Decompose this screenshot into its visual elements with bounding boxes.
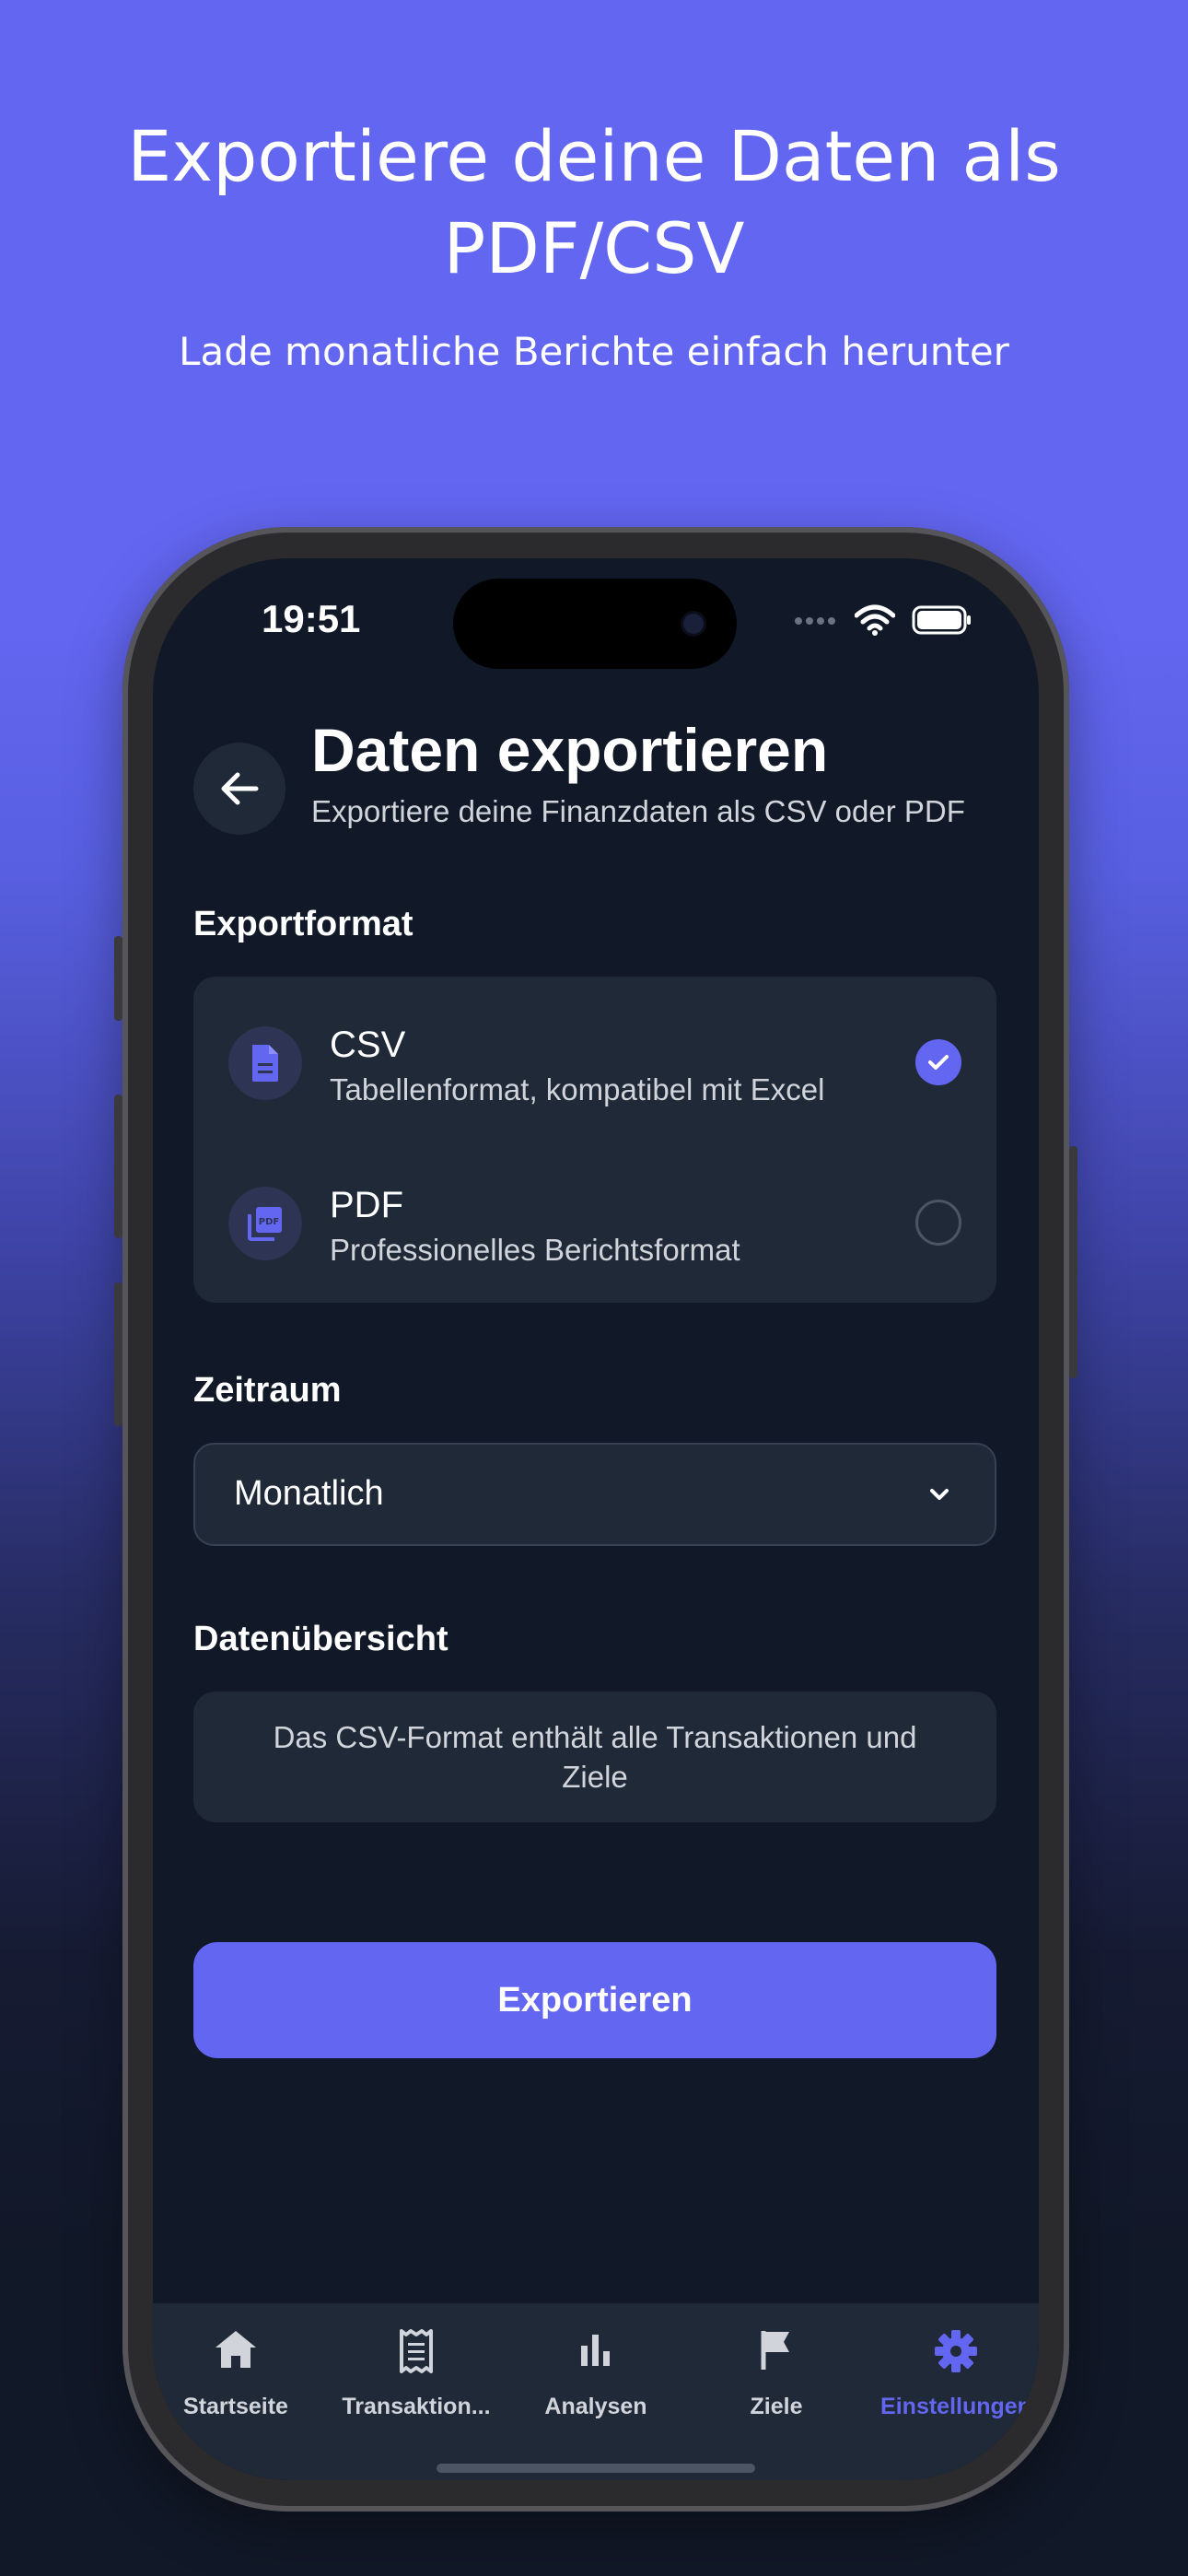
overview-box: Das CSV-Format enthält alle Transaktione…: [193, 1692, 996, 1822]
cellular-signal-icon: [795, 617, 835, 625]
dynamic-island: [453, 579, 737, 669]
format-option-description: Tabellenformat, kompatibel mit Excel: [330, 1072, 825, 1107]
export-format-label: Exportformat: [193, 905, 413, 943]
wifi-icon: [855, 604, 895, 636]
format-option-title: CSV: [330, 1025, 406, 1065]
camera-icon: [683, 614, 704, 634]
promo-title-line2: PDF/CSV: [443, 207, 745, 289]
period-select-value: Monatlich: [234, 1474, 384, 1513]
document-icon: [228, 1026, 302, 1100]
overview-label: Datenübersicht: [193, 1620, 448, 1658]
tab-analysen[interactable]: Analysen: [513, 2303, 679, 2423]
home-indicator: [437, 2464, 755, 2473]
tab-transaktionen[interactable]: Transaktion...: [333, 2303, 499, 2423]
status-time: 19:51: [262, 597, 361, 640]
bar-chart-icon: [581, 2335, 610, 2366]
tab-startseite[interactable]: Startseite: [153, 2303, 319, 2423]
radio-unchecked-icon[interactable]: [915, 1200, 961, 1246]
arrow-left-icon: [221, 772, 259, 805]
tab-ziele[interactable]: Ziele: [693, 2303, 859, 2423]
tab-label: Analysen: [544, 2394, 647, 2419]
battery-icon: [912, 605, 971, 635]
page-title: Daten exportieren: [311, 716, 829, 784]
format-option-pdf[interactable]: PDF PDF Professionelles Berichtsformat: [193, 1148, 996, 1295]
back-button[interactable]: [193, 743, 285, 835]
format-option-title: PDF: [330, 1185, 403, 1225]
gear-icon: [935, 2330, 977, 2372]
page-subtitle: Exportiere deine Finanzdaten als CSV ode…: [311, 794, 965, 828]
volume-down-button: [114, 1282, 122, 1426]
promo-title-line1: Exportiere deine Daten als: [127, 115, 1061, 197]
tab-bar: Startseite Transaktion... Analysen Ziele…: [153, 2303, 1039, 2480]
tab-label: Ziele: [750, 2394, 803, 2419]
overview-text: Das CSV-Format enthält alle Transaktione…: [273, 1720, 917, 1794]
action-button: [114, 936, 122, 1021]
phone-screen: 19:51 Daten exportieren Exportiere deine…: [153, 558, 1039, 2480]
flag-icon: [761, 2331, 789, 2370]
promo-title: Exportiere deine Daten als PDF/CSV: [0, 111, 1188, 295]
period-label: Zeitraum: [193, 1371, 342, 1410]
pdf-icon: PDF: [228, 1187, 302, 1260]
status-icons: [794, 604, 973, 636]
power-button: [1069, 1146, 1077, 1378]
tab-label: Startseite: [183, 2394, 288, 2419]
period-select[interactable]: Monatlich: [193, 1443, 996, 1546]
tab-label: Einstellungen: [880, 2394, 1031, 2419]
export-format-card: CSV Tabellenformat, kompatibel mit Excel…: [193, 977, 996, 1303]
tab-einstellungen[interactable]: Einstellungen: [873, 2303, 1039, 2423]
radio-checked-icon[interactable]: [915, 1039, 961, 1085]
receipt-icon: [400, 2329, 433, 2373]
tab-label: Transaktion...: [342, 2394, 491, 2419]
format-option-description: Professionelles Berichtsformat: [330, 1233, 740, 1267]
chevron-down-icon: [930, 1489, 949, 1500]
export-button[interactable]: Exportieren: [193, 1942, 996, 2058]
volume-up-button: [114, 1095, 122, 1238]
promo-subtitle: Lade monatliche Berichte einfach herunte…: [179, 329, 1009, 374]
home-icon: [215, 2331, 256, 2368]
svg-text:PDF: PDF: [259, 1217, 279, 1227]
format-option-csv[interactable]: CSV Tabellenformat, kompatibel mit Excel: [193, 988, 996, 1135]
